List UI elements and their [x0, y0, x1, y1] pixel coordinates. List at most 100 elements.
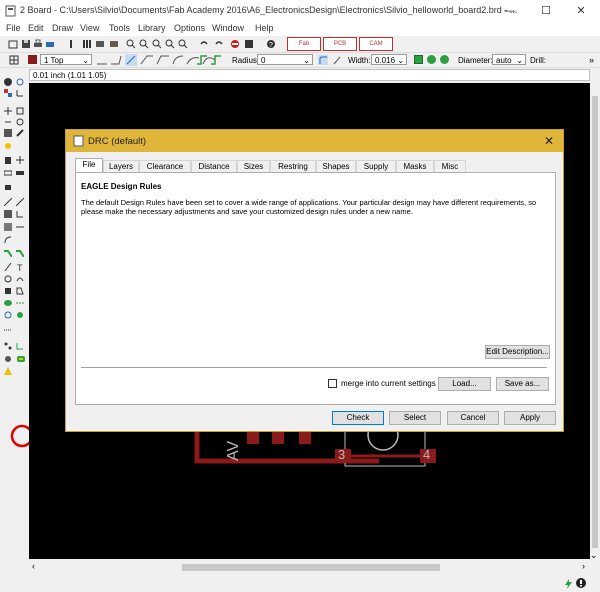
minimize-button[interactable]: — [495, 2, 525, 20]
autorouter-icon[interactable] [16, 342, 24, 350]
via-round-icon[interactable] [427, 55, 436, 64]
tab-distance[interactable]: Distance [191, 160, 237, 172]
menu-help[interactable]: Help [255, 23, 274, 33]
tab-sizes[interactable]: Sizes [237, 160, 270, 172]
save-icon[interactable] [21, 39, 31, 49]
merge-checkbox[interactable] [328, 379, 337, 388]
change-icon[interactable] [16, 129, 24, 137]
dialog-close-button[interactable]: ✕ [544, 134, 554, 148]
menu-tools[interactable]: Tools [109, 23, 130, 33]
apply-button[interactable]: Apply [504, 411, 556, 425]
arc-icon[interactable] [16, 275, 24, 283]
line-icon[interactable] [4, 263, 12, 271]
ratsnest-icon[interactable] [4, 342, 12, 350]
paste-icon[interactable] [4, 142, 12, 150]
scroll-left-icon[interactable]: ‹ [32, 561, 35, 571]
split-icon[interactable] [4, 198, 12, 206]
dimension-icon[interactable] [4, 326, 12, 334]
redraw-icon[interactable] [178, 39, 188, 49]
info-bar-icon[interactable] [66, 39, 76, 49]
via-square-icon[interactable] [414, 55, 423, 64]
ripup-icon[interactable] [16, 210, 24, 218]
miter-icons[interactable] [195, 54, 223, 66]
vertical-scroll-thumb[interactable] [592, 96, 598, 548]
via-octagon-icon[interactable] [440, 55, 449, 64]
display-icon[interactable] [4, 89, 12, 97]
dialog-title-bar[interactable]: DRC (default) ✕ [66, 130, 563, 152]
route-icon[interactable] [4, 210, 12, 218]
cam-button[interactable]: CAM [359, 37, 393, 51]
name-icon[interactable] [4, 169, 12, 177]
undo-icon[interactable] [199, 39, 209, 49]
rotate-icon[interactable] [16, 118, 24, 126]
menu-options[interactable]: Options [174, 23, 205, 33]
save-as-button[interactable]: Save as... [496, 377, 549, 391]
erc-icon[interactable] [4, 355, 12, 363]
info-icon[interactable] [4, 78, 12, 86]
menu-draw[interactable]: Draw [52, 23, 73, 33]
width-input[interactable]: 0.016 ⌄ [371, 54, 407, 65]
layers-color-icon[interactable] [109, 39, 119, 49]
move-icon[interactable] [4, 107, 12, 115]
round-corner-icon[interactable] [318, 55, 328, 65]
help-icon[interactable]: ? [266, 39, 276, 49]
open-icon[interactable] [8, 39, 18, 49]
menu-library[interactable]: Library [138, 23, 166, 33]
errors-icon[interactable] [4, 367, 12, 375]
add-icon[interactable] [16, 156, 24, 164]
wire-icon[interactable] [4, 249, 12, 257]
command-line[interactable]: 0.01 inch (1.01 1.05) [29, 69, 590, 81]
select-button[interactable]: Select [389, 411, 441, 425]
tab-restring[interactable]: Restring [270, 160, 316, 172]
arrow-icon[interactable] [16, 223, 24, 231]
signal-icon[interactable] [16, 299, 24, 307]
rect-icon[interactable] [4, 287, 12, 295]
scroll-right-icon[interactable]: › [582, 561, 585, 571]
text-icon[interactable]: T [16, 263, 24, 271]
tab-misc[interactable]: Misc [434, 160, 466, 172]
drc-icon[interactable] [17, 355, 25, 363]
load-button[interactable]: Load... [438, 377, 491, 391]
edit-description-button[interactable]: Edit Description... [485, 345, 550, 359]
lock-icon[interactable] [4, 182, 12, 190]
stop-icon[interactable] [230, 39, 240, 49]
show-icon[interactable] [16, 78, 24, 86]
grid-toggle-icon[interactable] [9, 55, 19, 65]
status-info-icon[interactable] [576, 578, 586, 588]
polygon-icon[interactable] [16, 287, 24, 295]
copy-icon[interactable] [16, 107, 24, 115]
slice-icon[interactable] [4, 223, 12, 231]
flat-corner-icon[interactable] [332, 55, 342, 65]
toolbar-overflow-button[interactable]: » [589, 55, 594, 65]
fab-button[interactable]: Fab [287, 37, 321, 51]
via-icon[interactable] [4, 299, 12, 307]
layers-icon[interactable] [95, 39, 105, 49]
menu-edit[interactable]: Edit [28, 23, 44, 33]
go-icon[interactable] [244, 39, 254, 49]
circle-icon[interactable] [4, 275, 12, 283]
grid-icon[interactable] [82, 39, 92, 49]
value-icon[interactable] [16, 169, 24, 177]
route-airwire-icon[interactable] [16, 249, 24, 257]
tab-clearance[interactable]: Clearance [139, 160, 191, 172]
horizontal-scroll-thumb[interactable] [182, 564, 440, 571]
diameter-input[interactable]: auto ⌄ [492, 54, 526, 65]
optimize-icon[interactable] [16, 198, 24, 206]
attribute-icon[interactable] [16, 311, 24, 319]
cancel-button[interactable]: Cancel [447, 411, 499, 425]
zoom-fit-icon[interactable] [126, 39, 136, 49]
miter-icon[interactable] [4, 236, 12, 244]
redo-icon[interactable] [214, 39, 224, 49]
tab-masks[interactable]: Masks [396, 160, 434, 172]
scroll-down-icon[interactable]: ⌄ [590, 550, 598, 561]
zoom-out-icon[interactable] [152, 39, 162, 49]
layer-select[interactable]: 1 Top ⌄ [40, 54, 92, 65]
mirror-icon[interactable] [4, 118, 12, 126]
group-icon[interactable] [4, 129, 12, 137]
pcb-button[interactable]: PCB [323, 37, 357, 51]
hole-icon[interactable] [4, 311, 12, 319]
tab-shapes[interactable]: Shapes [316, 160, 356, 172]
maximize-button[interactable]: ☐ [531, 2, 561, 20]
print-icon[interactable] [33, 39, 43, 49]
menu-window[interactable]: Window [212, 23, 244, 33]
